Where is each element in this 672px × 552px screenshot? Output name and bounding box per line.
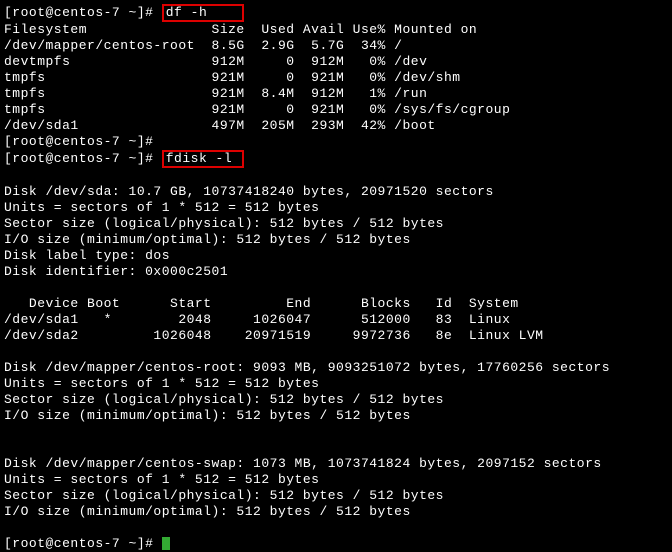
blank-line xyxy=(4,520,668,536)
disk-root-info: Disk /dev/mapper/centos-root: 9093 MB, 9… xyxy=(4,360,668,376)
disk-swap-info: Sector size (logical/physical): 512 byte… xyxy=(4,488,668,504)
prompt-hash: # xyxy=(145,5,162,20)
disk-swap-info: I/O size (minimum/optimal): 512 bytes / … xyxy=(4,504,668,520)
blank-line xyxy=(4,344,668,360)
disk-sda-info: Disk identifier: 0x000c2501 xyxy=(4,264,668,280)
cmd-fdisk-l: fdisk -l xyxy=(162,150,245,168)
df-row: tmpfs 921M 0 921M 0% /dev/shm xyxy=(4,70,668,86)
disk-root-info: Units = sectors of 1 * 512 = 512 bytes xyxy=(4,376,668,392)
disk-sda-info: Units = sectors of 1 * 512 = 512 bytes xyxy=(4,200,668,216)
prompt-line-1: [root@centos-7 ~]# df -h xyxy=(4,4,668,22)
df-row: tmpfs 921M 0 921M 0% /sys/fs/cgroup xyxy=(4,102,668,118)
df-row: devtmpfs 912M 0 912M 0% /dev xyxy=(4,54,668,70)
blank-line xyxy=(4,168,668,184)
disk-sda-info: I/O size (minimum/optimal): 512 bytes / … xyxy=(4,232,668,248)
cmd-df-h: df -h xyxy=(162,4,245,22)
prompt-line-final[interactable]: [root@centos-7 ~]# xyxy=(4,536,668,552)
blank-line xyxy=(4,280,668,296)
prompt-line-empty: [root@centos-7 ~]# xyxy=(4,134,668,150)
prompt-line-2: [root@centos-7 ~]# fdisk -l xyxy=(4,150,668,168)
prompt-pre: [root@centos-7 ~] xyxy=(4,151,145,166)
blank-line xyxy=(4,424,668,440)
prompt-hash: # xyxy=(145,151,162,166)
disk-swap-info: Units = sectors of 1 * 512 = 512 bytes xyxy=(4,472,668,488)
partition-row: /dev/sda1 * 2048 1026047 512000 83 Linux xyxy=(4,312,668,328)
df-row: /dev/mapper/centos-root 8.5G 2.9G 5.7G 3… xyxy=(4,38,668,54)
prompt-text: [root@centos-7 ~]# xyxy=(4,536,162,551)
prompt-pre: [root@centos-7 ~] xyxy=(4,5,145,20)
cursor-icon xyxy=(162,537,170,550)
partition-header: Device Boot Start End Blocks Id System xyxy=(4,296,668,312)
df-header: Filesystem Size Used Avail Use% Mounted … xyxy=(4,22,668,38)
partition-row: /dev/sda2 1026048 20971519 9972736 8e Li… xyxy=(4,328,668,344)
disk-root-info: I/O size (minimum/optimal): 512 bytes / … xyxy=(4,408,668,424)
terminal[interactable]: [root@centos-7 ~]# df -h Filesystem Size… xyxy=(4,4,668,552)
df-row: /dev/sda1 497M 205M 293M 42% /boot xyxy=(4,118,668,134)
df-row: tmpfs 921M 8.4M 912M 1% /run xyxy=(4,86,668,102)
disk-sda-info: Disk label type: dos xyxy=(4,248,668,264)
disk-sda-info: Disk /dev/sda: 10.7 GB, 10737418240 byte… xyxy=(4,184,668,200)
disk-root-info: Sector size (logical/physical): 512 byte… xyxy=(4,392,668,408)
disk-sda-info: Sector size (logical/physical): 512 byte… xyxy=(4,216,668,232)
disk-swap-info: Disk /dev/mapper/centos-swap: 1073 MB, 1… xyxy=(4,456,668,472)
blank-line xyxy=(4,440,668,456)
